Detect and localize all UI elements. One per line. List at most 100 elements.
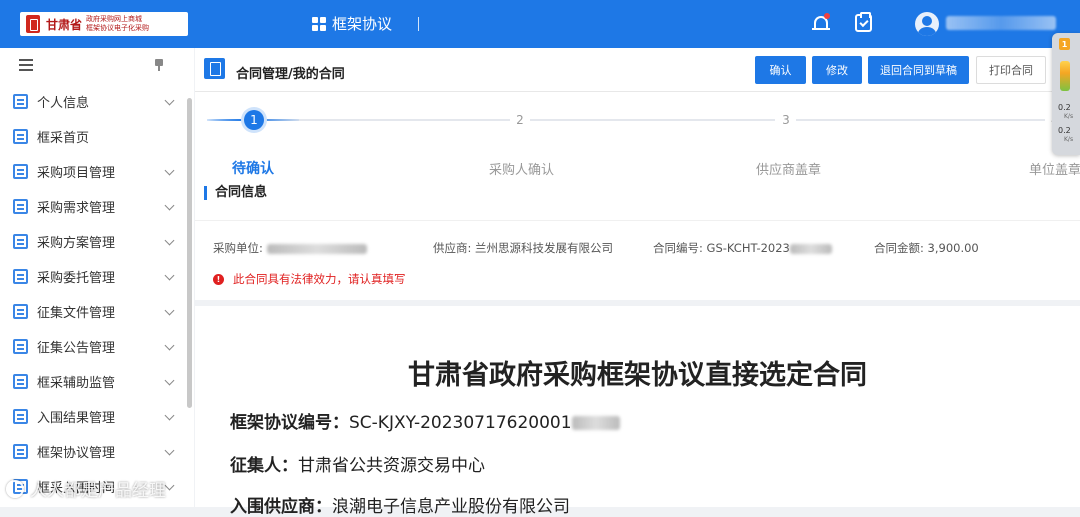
sidebar-item-label: 采购委托管理 (37, 271, 116, 286)
sidebar-item[interactable]: 框架协议管理 (0, 434, 194, 469)
monitor-icon (13, 374, 28, 389)
chevron-down-icon[interactable] (164, 270, 175, 281)
download-speed: 0.2 (1058, 126, 1071, 135)
chevron-down-icon[interactable] (164, 480, 175, 491)
selected-supplier-label: 入围供应商： (230, 497, 332, 517)
sidebar-item-label: 征集文件管理 (37, 306, 116, 321)
sidebar-item-label: 框架协议管理 (37, 446, 116, 461)
confirm-button[interactable]: 确认 (755, 56, 806, 84)
print-button[interactable]: 打印合同 (976, 56, 1046, 84)
home-doc-icon (13, 129, 28, 144)
doc-plan-icon (13, 234, 28, 249)
sidebar-tools (0, 48, 194, 84)
sidebar-item-label: 采购方案管理 (37, 236, 116, 251)
selected-supplier-value: 浪潮电子信息产业股份有限公司 (332, 497, 570, 517)
nav-framework[interactable]: 框架协议 (312, 13, 420, 34)
top-bar: 甘肃省 政府采购网上商城 框架协议电子化采购 框架协议 (0, 0, 1080, 48)
sidebar-item[interactable]: 采购需求管理 (0, 189, 194, 224)
agreement-number-value: SC-KJXY-20230717620001 (349, 413, 572, 433)
logo-line2: 框架协议电子化采购 (86, 24, 150, 32)
return-draft-button[interactable]: 退回合同到草稿 (868, 56, 969, 84)
chevron-down-icon[interactable] (164, 200, 175, 211)
hamburger-icon[interactable] (19, 59, 33, 71)
sidebar-item[interactable]: 框采辅助监管 (0, 364, 194, 399)
chevron-down-icon[interactable] (164, 375, 175, 386)
clipboard-check-icon[interactable] (855, 12, 872, 32)
amount-value: 3,900.00 (927, 241, 979, 255)
chevron-down-icon[interactable] (164, 235, 175, 246)
contract-title: 甘肃省政府采购框架协议直接选定合同 (408, 360, 867, 391)
sidebar-item-label: 采购需求管理 (37, 201, 116, 216)
watermark: 人人都是产品经理 (6, 476, 166, 501)
modify-button[interactable]: 修改 (812, 56, 862, 84)
sidebar-menu: 个人信息框采首页采购项目管理 采购需求管理 采购方案管理 采购委托管理 征集文件管理征集… (0, 84, 194, 504)
chart-doc-icon (13, 409, 28, 424)
chevron-down-icon[interactable] (164, 165, 175, 176)
folder-search-icon (13, 164, 28, 179)
sidebar-item[interactable]: 框采首页 (0, 119, 194, 154)
step-2-label: 采购人确认 (489, 163, 555, 178)
step-2-number: 2 (510, 110, 530, 130)
page-header: 合同管理/我的合同 确认 修改 退回合同到草稿 打印合同 返回 (195, 48, 1080, 92)
username-redacted[interactable] (946, 16, 1056, 30)
pin-icon[interactable] (154, 59, 164, 71)
step-3-number: 3 (776, 110, 796, 130)
collector-label: 征集人： (230, 456, 298, 476)
step-1-number: 1 (244, 110, 264, 130)
chevron-down-icon[interactable] (164, 445, 175, 456)
chevron-down-icon[interactable] (164, 410, 175, 421)
contract-number-redacted (789, 243, 832, 254)
logo-province: 甘肃省 (46, 17, 83, 32)
sidebar-item-label: 入围结果管理 (37, 411, 116, 426)
legal-warning-text: 此合同具有法律效力，请认真填写 (233, 272, 406, 286)
download-unit: K/s (1064, 136, 1074, 143)
network-speed-widget[interactable]: 1 0.2 K/s 0.2 K/s (1052, 33, 1080, 155)
supplier-label: 供应商: (433, 241, 472, 255)
doc-delegate-icon (13, 269, 28, 284)
sidebar-item[interactable]: 采购项目管理 (0, 154, 194, 189)
step-1-label: 待确认 (232, 161, 274, 177)
main-content: 合同管理/我的合同 确认 修改 退回合同到草稿 打印合同 返回 1 2 3 4 … (195, 48, 1080, 517)
sidebar-item[interactable]: 个人信息 (0, 84, 194, 119)
grid-icon (312, 16, 326, 31)
contract-info-panel: 采购单位: 供应商: 兰州思源科技发展有限公司 合同编号: GS-KCHT-20… (195, 220, 1080, 306)
avatar[interactable] (915, 12, 939, 36)
supplier-line: 入围供应商：浪潮电子信息产业股份有限公司 (230, 492, 570, 517)
page-title: 合同管理/我的合同 (236, 67, 345, 82)
sidebar-item[interactable]: 采购方案管理 (0, 224, 194, 259)
watermark-text: 人人都是产品经理 (30, 481, 166, 501)
doc-edit-icon (13, 199, 28, 214)
legal-warning: ! 此合同具有法律效力，请认真填写 (213, 271, 406, 287)
chevron-down-icon[interactable] (164, 95, 175, 106)
sidebar-item[interactable]: 征集公告管理 (0, 329, 194, 364)
step-line (795, 119, 1045, 121)
site-logo[interactable]: 甘肃省 政府采购网上商城 框架协议电子化采购 (20, 12, 188, 36)
chevron-down-icon[interactable] (164, 340, 175, 351)
collector-line: 征集人：甘肃省公共资源交易中心 (230, 451, 485, 476)
amount-label: 合同金额: (874, 241, 924, 255)
upload-unit: K/s (1064, 113, 1074, 120)
buyer-label: 采购单位: (213, 241, 263, 255)
sidebar-item-label: 采购项目管理 (37, 166, 116, 181)
sidebar-item[interactable]: 入围结果管理 (0, 399, 194, 434)
amount-info: 合同金额: 3,900.00 (874, 240, 979, 256)
contract-number-label: 合同编号: (653, 241, 703, 255)
user-card-icon (13, 94, 28, 109)
agreement-icon (13, 444, 28, 459)
sidebar-item[interactable]: 采购委托管理 (0, 259, 194, 294)
sidebar-item-label: 个人信息 (37, 96, 90, 111)
doc-file-icon (13, 304, 28, 319)
document-icon (204, 58, 225, 79)
sidebar-item[interactable]: 征集文件管理 (0, 294, 194, 329)
step-3-label: 供应商盖章 (756, 163, 822, 178)
progress-steps: 1 2 3 4 待确认 采购人确认 供应商盖章 单位盖章 (195, 104, 1080, 178)
step-line (530, 119, 775, 121)
buyer-value-redacted (266, 243, 367, 254)
agreement-number-label: 框架协议编号： (230, 413, 349, 433)
bell-icon[interactable] (812, 13, 830, 33)
section-title: 合同信息 (204, 186, 267, 200)
doc-notice-icon (13, 339, 28, 354)
chevron-down-icon[interactable] (164, 305, 175, 316)
sidebar-item-label: 框采辅助监管 (37, 376, 116, 391)
notification-dot (824, 13, 830, 19)
